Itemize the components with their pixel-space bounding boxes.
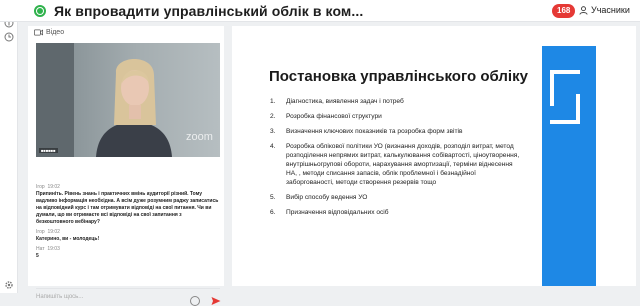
webinar-title: Як впровадити управлінський облік в ком.… [54,3,364,19]
participants-button[interactable]: Учасники [579,5,630,15]
clock-icon[interactable] [4,32,14,42]
item-number: 2. [270,113,276,120]
item-text: Визначення ключових показників та розроб… [286,128,463,135]
message-author: Ігор [36,184,45,190]
item-number: 5. [270,194,276,201]
item-number: 3. [270,128,276,135]
slide-list: 1. Діагностика, виявлення задач і потреб … [270,97,520,223]
message-time: 19:03 [47,246,60,252]
slide-title: Постановка управлінського обліку [269,68,528,85]
list-item: 2. Розробка фінансової структури [270,112,520,121]
list-item: 6. Призначення відповідальних осіб [270,208,520,217]
item-number: 1. [270,98,276,105]
emoji-icon[interactable] [190,296,200,306]
item-text: Призначення відповідальних осіб [286,209,389,216]
send-icon[interactable] [211,296,221,306]
message-text: Катерино, ви - молодець! [36,236,100,242]
live-indicator-icon [34,5,46,17]
chat-log: Ігор 19:02 Припиніть. Рівень знань і пра… [36,184,220,263]
message-author: Ігор [36,229,45,235]
item-number: 4. [270,143,276,150]
participants-label: Учасники [591,5,630,15]
slide-brand-stripe [542,46,596,286]
video-label: Відео [46,29,65,36]
video-camera-icon [34,29,43,36]
video-header: Відео [34,29,64,36]
chat-message: Ігор 19:02 Катерино, ви - молодець! [36,229,220,243]
chat-message: Нат 19:03 5 [36,246,220,260]
list-item: 4. Розробка облікової політики УО (визнан… [270,142,520,187]
message-time: 19:02 [47,229,60,235]
list-item: 3. Визначення ключових показників та розр… [270,127,520,136]
chat-message: Ігор 19:02 Припиніть. Рівень знань і пра… [36,184,220,226]
item-number: 6. [270,209,276,216]
speaker-video[interactable]: zoom ■■■■■■ [36,43,220,157]
item-text: Діагностика, виявлення задач і потреб [286,98,404,105]
participant-count-badge: 168 [552,4,576,18]
message-time: 19:02 [47,184,60,190]
brand-logo-icon-part [550,94,580,124]
video-panel: Відео zoom ■■■■■■ Ігор 19:02 Припиніть. … [28,26,224,306]
chat-input[interactable]: Напишіть щось... [36,294,83,300]
message-text: 5 [36,253,39,259]
message-text: Припиніть. Рівень знань і практичних вмі… [36,191,219,225]
item-text: Розробка фінансової структури [286,113,382,120]
presentation-slide: Постановка управлінського обліку 1. Діагн… [232,26,636,286]
chat-divider [36,288,220,289]
user-icon [579,5,588,15]
item-text: Розробка облікової політики УО (визнання… [286,143,520,186]
message-author: Нат [36,246,45,252]
gear-icon[interactable] [4,280,14,290]
top-bar: Як впровадити управлінський облік в ком.… [0,0,640,22]
item-text: Вибір способу ведення УО [286,194,368,201]
speaker-name-tag: ■■■■■■ [39,148,58,153]
list-item: 1. Діагностика, виявлення задач і потреб [270,97,520,106]
zoom-watermark: zoom [186,131,213,143]
list-item: 5. Вибір способу ведення УО [270,193,520,202]
left-rail [0,0,18,293]
